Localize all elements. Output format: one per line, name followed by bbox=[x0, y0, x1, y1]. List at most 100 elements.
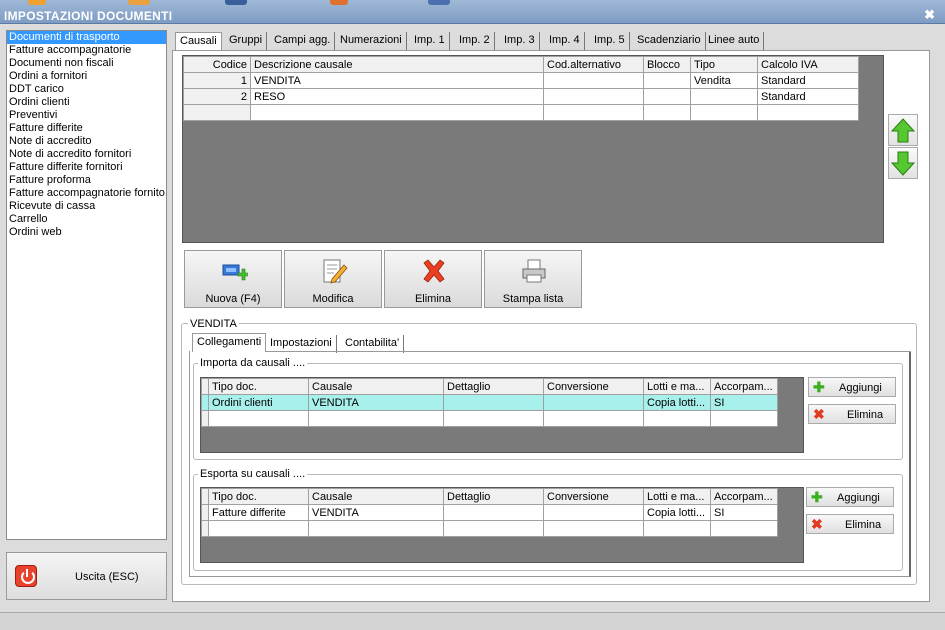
list-item[interactable]: Ordini a fornitori bbox=[7, 70, 166, 83]
col-header[interactable]: Tipo doc. bbox=[208, 488, 309, 505]
delete-button-label: Elimina bbox=[414, 293, 452, 305]
import-grid[interactable]: Tipo doc. Causale Dettaglio Conversione … bbox=[200, 377, 804, 453]
tab-imp-3[interactable]: Imp. 3 bbox=[500, 32, 540, 50]
col-header[interactable]: Tipo bbox=[690, 56, 758, 73]
edit-document-icon bbox=[323, 259, 348, 284]
arrow-down-icon bbox=[890, 151, 916, 176]
tab-causali[interactable]: Causali bbox=[175, 32, 222, 51]
col-header[interactable]: Calcolo IVA bbox=[757, 56, 859, 73]
cell-dettaglio[interactable] bbox=[443, 504, 544, 521]
cell-accorpam[interactable]: SI bbox=[710, 504, 778, 521]
table-row[interactable]: 1 VENDITA Vendita Standard bbox=[183, 72, 859, 89]
tab-imp-1[interactable]: Imp. 1 bbox=[410, 32, 450, 50]
cell-tipo[interactable] bbox=[690, 88, 758, 105]
tab-imp-5[interactable]: Imp. 5 bbox=[590, 32, 630, 50]
table-row[interactable]: Ordini clienti VENDITA Copia lotti... SI bbox=[201, 394, 778, 411]
cell-cod-alt[interactable] bbox=[543, 72, 644, 89]
col-header[interactable]: Conversione bbox=[543, 378, 644, 395]
document-type-list[interactable]: Documenti di trasporto Fatture accompagn… bbox=[6, 30, 167, 540]
exit-button[interactable]: Uscita (ESC) bbox=[6, 552, 167, 600]
col-header[interactable]: Causale bbox=[308, 378, 444, 395]
print-list-button[interactable]: Stampa lista bbox=[484, 250, 582, 308]
table-row[interactable]: Fatture differite VENDITA Copia lotti...… bbox=[201, 504, 778, 521]
delete-button[interactable]: Elimina bbox=[384, 250, 482, 308]
list-item[interactable]: Documenti non fiscali bbox=[7, 57, 166, 70]
list-item[interactable]: Fatture differite fornitori bbox=[7, 161, 166, 174]
table-row-empty[interactable] bbox=[201, 410, 778, 427]
col-header[interactable]: Codice bbox=[183, 56, 251, 73]
list-item[interactable]: Ricevute di cassa bbox=[7, 200, 166, 213]
list-item[interactable]: Fatture differite bbox=[7, 122, 166, 135]
move-up-button[interactable] bbox=[888, 114, 918, 146]
list-item[interactable]: Note di accredito bbox=[7, 135, 166, 148]
cell-dettaglio[interactable] bbox=[443, 394, 544, 411]
cell-blocco[interactable] bbox=[643, 88, 691, 105]
col-header[interactable]: Accorpam... bbox=[710, 378, 778, 395]
list-item[interactable]: Documenti di trasporto bbox=[7, 31, 166, 44]
col-header[interactable]: Dettaglio bbox=[443, 378, 544, 395]
cell-lotti[interactable]: Copia lotti... bbox=[643, 504, 711, 521]
cell-tipo[interactable]: Vendita bbox=[690, 72, 758, 89]
tab-numerazioni[interactable]: Numerazioni bbox=[336, 32, 407, 50]
list-item[interactable]: Ordini clienti bbox=[7, 96, 166, 109]
col-header[interactable]: Accorpam... bbox=[710, 488, 778, 505]
col-header[interactable]: Causale bbox=[308, 488, 444, 505]
tab-imp-4[interactable]: Imp. 4 bbox=[545, 32, 585, 50]
new-record-icon bbox=[222, 264, 248, 281]
cell-calcolo-iva[interactable]: Standard bbox=[757, 72, 859, 89]
tab-scadenziario[interactable]: Scadenziario bbox=[633, 32, 706, 50]
table-row-empty[interactable] bbox=[183, 104, 859, 121]
import-add-button[interactable]: ✚ Aggiungi bbox=[808, 377, 896, 397]
export-add-label: Aggiungi bbox=[837, 492, 880, 504]
col-header[interactable]: Dettaglio bbox=[443, 488, 544, 505]
col-header[interactable]: Cod.alternativo bbox=[543, 56, 644, 73]
list-item[interactable]: Fatture accompagnatorie bbox=[7, 44, 166, 57]
cell-descrizione[interactable]: VENDITA bbox=[250, 72, 544, 89]
close-icon[interactable]: ✖ bbox=[924, 7, 935, 23]
tab-imp-2[interactable]: Imp. 2 bbox=[455, 32, 495, 50]
cell-descrizione[interactable]: RESO bbox=[250, 88, 544, 105]
col-header[interactable]: Tipo doc. bbox=[208, 378, 309, 395]
cell-tipo-doc[interactable]: Ordini clienti bbox=[208, 394, 309, 411]
export-add-button[interactable]: ✚ Aggiungi bbox=[806, 487, 894, 507]
cell-calcolo-iva[interactable]: Standard bbox=[757, 88, 859, 105]
list-item[interactable]: DDT carico bbox=[7, 83, 166, 96]
table-row[interactable]: 2 RESO Standard bbox=[183, 88, 859, 105]
cell-tipo-doc[interactable]: Fatture differite bbox=[208, 504, 309, 521]
col-header[interactable]: Lotti e ma... bbox=[643, 488, 711, 505]
move-down-button[interactable] bbox=[888, 147, 918, 179]
list-item[interactable]: Ordini web bbox=[7, 226, 166, 239]
cell-codice[interactable]: 1 bbox=[183, 72, 251, 89]
causali-grid[interactable]: Codice Descrizione causale Cod.alternati… bbox=[182, 55, 884, 243]
col-header[interactable]: Blocco bbox=[643, 56, 691, 73]
list-item[interactable]: Carrello bbox=[7, 213, 166, 226]
cell-causale[interactable]: VENDITA bbox=[308, 394, 444, 411]
edit-button[interactable]: Modifica bbox=[284, 250, 382, 308]
plus-icon: ✚ bbox=[811, 489, 823, 505]
cell-causale[interactable]: VENDITA bbox=[308, 504, 444, 521]
list-item[interactable]: Preventivi bbox=[7, 109, 166, 122]
cell-conversione[interactable] bbox=[543, 504, 644, 521]
export-grid[interactable]: Tipo doc. Causale Dettaglio Conversione … bbox=[200, 487, 804, 563]
cell-cod-alt[interactable] bbox=[543, 88, 644, 105]
cell-accorpam[interactable]: SI bbox=[710, 394, 778, 411]
list-item[interactable]: Fatture proforma bbox=[7, 174, 166, 187]
tab-gruppi[interactable]: Gruppi bbox=[225, 32, 268, 50]
cell-conversione[interactable] bbox=[543, 394, 644, 411]
col-header[interactable]: Descrizione causale bbox=[250, 56, 544, 73]
tab-linee-auto[interactable]: Linee auto bbox=[704, 32, 765, 50]
table-row-empty[interactable] bbox=[201, 520, 778, 537]
cell-blocco[interactable] bbox=[643, 72, 691, 89]
tab-campi-agg[interactable]: Campi agg. bbox=[270, 32, 336, 50]
tab-collegamenti[interactable]: Collegamenti bbox=[192, 333, 267, 352]
export-delete-button[interactable]: ✖ Elimina bbox=[806, 514, 894, 534]
col-header[interactable]: Conversione bbox=[543, 488, 644, 505]
cell-lotti[interactable]: Copia lotti... bbox=[643, 394, 711, 411]
new-button[interactable]: Nuova (F4) bbox=[184, 250, 282, 308]
subtab-divider bbox=[266, 351, 911, 352]
col-header[interactable]: Lotti e ma... bbox=[643, 378, 711, 395]
import-delete-button[interactable]: ✖ Elimina bbox=[808, 404, 896, 424]
list-item[interactable]: Fatture accompagnatorie fornito bbox=[7, 187, 166, 200]
cell-codice[interactable]: 2 bbox=[183, 88, 251, 105]
list-item[interactable]: Note di accredito fornitori bbox=[7, 148, 166, 161]
